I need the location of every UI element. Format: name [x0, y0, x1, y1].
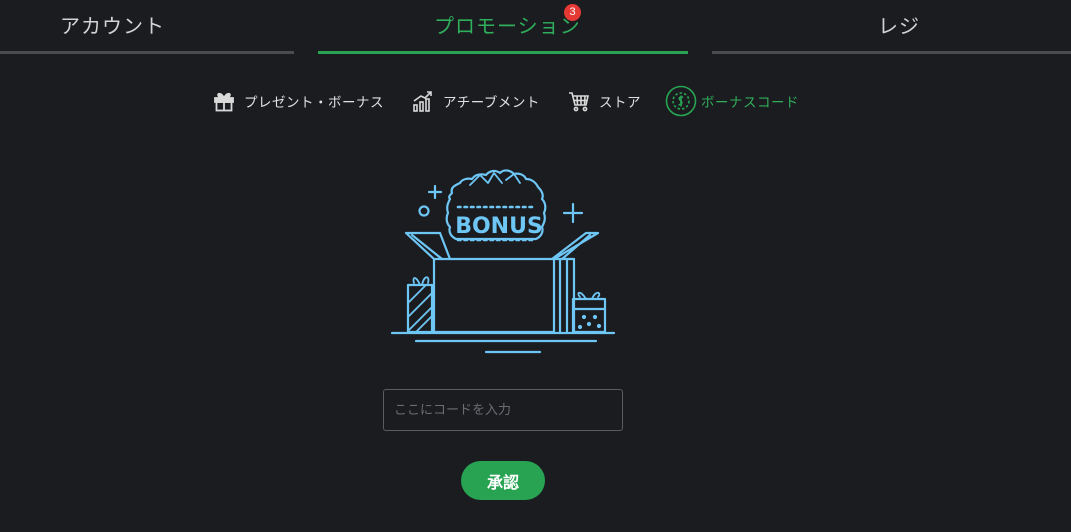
bonus-code-input[interactable] [383, 389, 623, 431]
bonus-text: BONUS [455, 214, 543, 239]
subnav-item-bonus-code-label: ボーナスコード [701, 95, 799, 111]
tab-account-label: アカウント [60, 14, 165, 38]
tab-promotion[interactable]: プロモーション 3 [318, 0, 688, 55]
approve-button[interactable]: 承認 [461, 461, 545, 500]
tab-cashier[interactable]: レジ [712, 0, 1071, 55]
subnav-item-bonus-code[interactable]: ボーナスコード [665, 84, 799, 118]
tab-promotion-underline [318, 51, 688, 54]
subnav-item-achievement-label: アチーブメント [443, 95, 540, 111]
tab-cashier-label: レジ [878, 14, 920, 38]
notification-badge: 3 [564, 4, 581, 21]
tab-account-underline [0, 51, 294, 54]
subnav-item-achievement[interactable]: アチーブメント [411, 84, 540, 118]
subnav-item-store[interactable]: ストア [567, 84, 641, 118]
chart-growth-icon [411, 89, 435, 113]
tab-account[interactable]: アカウント [0, 0, 294, 55]
coin-icon [665, 85, 697, 117]
bonus-box-icon: BONUS [390, 165, 616, 357]
tab-promotion-label: プロモーション [434, 14, 581, 38]
cart-icon [567, 89, 591, 113]
promotions-page: アカウント プロモーション 3 レジ プレゼント・ボーナス アチーブメント スト… [0, 0, 1071, 532]
subnav-item-gift-bonus[interactable]: プレゼント・ボーナス [212, 84, 384, 118]
tab-cashier-underline [712, 51, 1071, 54]
promotion-subnav: プレゼント・ボーナス アチーブメント ストア ボーナスコード [0, 84, 1071, 118]
subnav-item-gift-bonus-label: プレゼント・ボーナス [244, 95, 384, 111]
subnav-item-store-label: ストア [599, 95, 641, 111]
gift-icon [212, 89, 236, 113]
